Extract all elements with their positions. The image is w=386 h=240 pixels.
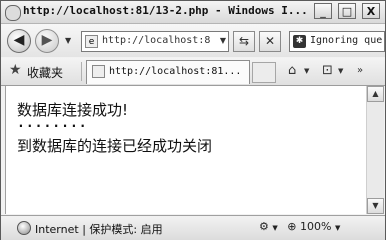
favorites-star-icon[interactable]: ★ (9, 62, 22, 78)
back-button[interactable]: ◀ (7, 29, 31, 53)
ie-icon (5, 5, 21, 21)
zoom-icon[interactable]: ⊕ (287, 220, 296, 233)
stop-button[interactable]: ✕ (259, 31, 281, 52)
dots-text: ........ (17, 116, 88, 131)
address-bar[interactable]: e http://localhost:8 ▼ (81, 31, 229, 52)
forward-button[interactable]: ▶ (35, 29, 59, 53)
minimize-button[interactable]: _ (314, 3, 332, 19)
window-title: http://localhost:81/13-2.php - Windows I… (23, 4, 308, 17)
security-dropdown-icon[interactable]: ▼ (272, 224, 277, 232)
protected-mode-label: 保护模式: 启用 (89, 223, 163, 236)
scroll-up-button[interactable]: ▲ (367, 86, 384, 102)
status-zone: Internet | 保护模式: 启用 (35, 221, 163, 237)
forward-arrow-icon: ▶ (41, 32, 53, 48)
close-button[interactable]: X (362, 3, 380, 19)
back-arrow-icon: ◀ (13, 32, 25, 48)
stop-icon: ✕ (264, 34, 276, 48)
rss-dropdown-icon[interactable]: ▼ (338, 67, 343, 75)
tab-active[interactable]: http://localhost:81... (86, 60, 250, 84)
connection-closed-text: 到数据库的连接已经成功关闭 (17, 137, 213, 155)
more-tools-icon[interactable]: » (357, 65, 363, 76)
title-bar: http://localhost:81/13-2.php - Windows I… (1, 1, 385, 24)
address-dropdown-icon[interactable]: ▼ (220, 36, 226, 45)
browser-window: http://localhost:81/13-2.php - Windows I… (0, 0, 386, 240)
maximize-button[interactable]: □ (338, 3, 356, 19)
search-box[interactable]: ✱ Ignoring que (289, 31, 385, 52)
page-icon: e (85, 35, 98, 48)
tab-label: http://localhost:81... (109, 66, 242, 77)
favorites-separator (81, 62, 82, 81)
internet-zone-icon (17, 221, 31, 235)
navigation-bar: ◀ ▶ ▼ e http://localhost:8 ▼ ⇆ ✕ ✱ Ignor… (1, 24, 385, 57)
new-tab-button[interactable] (252, 62, 276, 83)
tab-page-icon (92, 65, 105, 78)
status-tools: ⚙ ▼ ⊕ 100% ▼ (259, 220, 340, 233)
zone-label: Internet (35, 223, 79, 236)
history-dropdown-icon[interactable]: ▼ (65, 36, 71, 45)
page-content: 数据库连接成功! ........ 到数据库的连接已经成功关闭 (5, 86, 367, 214)
favorites-label[interactable]: 收藏夹 (27, 64, 63, 81)
zoom-level[interactable]: 100% (300, 220, 331, 233)
address-input[interactable]: http://localhost:8 (102, 35, 212, 46)
rss-feed-icon[interactable]: ⊡ (322, 63, 333, 78)
zoom-dropdown-icon[interactable]: ▼ (335, 224, 340, 232)
security-icon[interactable]: ⚙ (259, 220, 269, 233)
home-dropdown-icon[interactable]: ▼ (304, 67, 309, 75)
compatibility-view-button[interactable]: ⇆ (233, 31, 255, 52)
vertical-scrollbar[interactable]: ▲ ▼ (366, 86, 384, 214)
search-input[interactable]: Ignoring que (310, 35, 382, 46)
compatibility-icon: ⇆ (238, 34, 250, 48)
home-icon[interactable]: ⌂ (288, 63, 296, 78)
search-provider-icon: ✱ (293, 35, 306, 48)
status-bar: Internet | 保护模式: 启用 ⚙ ▼ ⊕ 100% ▼ (1, 215, 385, 240)
favorites-bar: ★ 收藏夹 http://localhost:81... ⌂ ▼ ⊡ ▼ » (1, 58, 385, 86)
scroll-down-button[interactable]: ▼ (367, 198, 384, 214)
